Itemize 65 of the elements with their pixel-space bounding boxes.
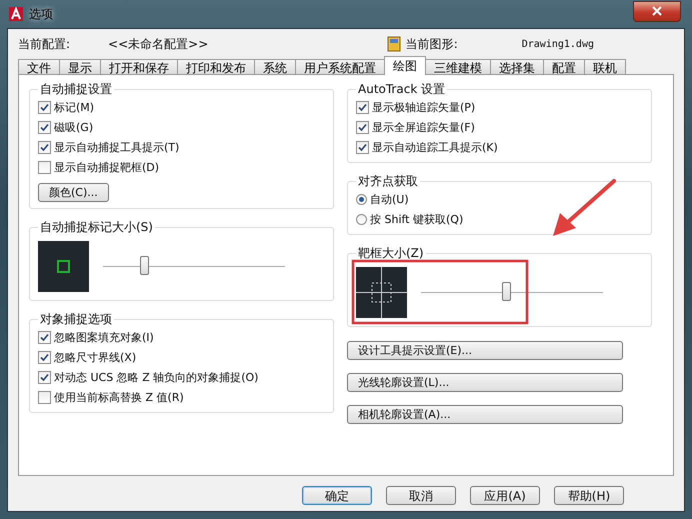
checkbox-label: 标记(M) xyxy=(54,100,94,115)
tab[interactable]: 打印和发布 xyxy=(177,59,255,74)
group-title: 对象捕捉选项 xyxy=(39,311,113,328)
slider-thumb[interactable] xyxy=(502,282,511,301)
slider-thumb[interactable] xyxy=(140,256,149,275)
group-title: 自动捕捉标记大小(S) xyxy=(39,219,154,236)
drawing-name: Drawing1.dwg xyxy=(522,38,594,50)
group-title: 靶框大小(Z) xyxy=(357,245,425,262)
aperture-preview xyxy=(356,267,407,318)
dialog-button[interactable]: 帮助(H) xyxy=(554,486,624,505)
checkbox[interactable] xyxy=(38,351,51,364)
checkbox-label: 对动态 UCS 忽略 Z 轴负向的对象捕捉(O) xyxy=(54,370,258,385)
tab[interactable]: 系统 xyxy=(254,59,296,74)
checkbox-label: 忽略尺寸界线(X) xyxy=(54,350,136,365)
checkbox[interactable] xyxy=(38,101,51,114)
tab[interactable]: 三维建模 xyxy=(425,59,491,74)
checkbox[interactable] xyxy=(356,121,369,134)
tab[interactable]: 显示 xyxy=(59,59,101,74)
dialog-button[interactable]: 确定 xyxy=(302,486,372,505)
checkbox[interactable] xyxy=(38,371,51,384)
settings-button[interactable]: 相机轮廓设置(A)... xyxy=(347,405,623,424)
settings-button[interactable]: 光线轮廓设置(L)... xyxy=(347,373,623,392)
checkbox[interactable] xyxy=(38,391,51,404)
checkbox-label: 显示自动捕捉靶框(D) xyxy=(54,160,160,175)
close-icon xyxy=(652,6,662,16)
annotation-arrow xyxy=(553,179,616,236)
checkbox-label: 显示极轴追踪矢量(P) xyxy=(372,100,476,115)
settings-button[interactable]: 设计工具提示设置(E)... xyxy=(347,341,623,360)
checkbox[interactable] xyxy=(356,101,369,114)
group-title: AutoTrack 设置 xyxy=(357,81,446,98)
radio-label: 自动(U) xyxy=(370,192,409,207)
tab[interactable]: 用户系统配置 xyxy=(295,59,385,74)
marker-square-icon xyxy=(57,260,70,273)
radio-button[interactable] xyxy=(356,194,367,205)
dialog-button[interactable]: 取消 xyxy=(386,486,456,505)
group-title: 对齐点获取 xyxy=(357,173,419,190)
profile-label: 当前配置: xyxy=(18,36,70,52)
checkbox[interactable] xyxy=(38,141,51,154)
radio-button[interactable] xyxy=(356,214,367,225)
tab[interactable]: 打开和保存 xyxy=(100,59,178,74)
checkbox-label: 忽略图案填充对象(I) xyxy=(54,330,154,345)
checkbox-label: 显示自动追踪工具提示(K) xyxy=(372,140,498,155)
tab[interactable]: 配置 xyxy=(543,59,585,74)
color-button[interactable]: 颜色(C)... xyxy=(38,183,109,202)
tab[interactable]: 联机 xyxy=(584,59,626,74)
checkbox[interactable] xyxy=(356,141,369,154)
checkbox[interactable] xyxy=(38,121,51,134)
tab[interactable]: 绘图 xyxy=(384,56,426,75)
checkbox-label: 显示自动捕捉工具提示(T) xyxy=(54,140,180,155)
window-title: 选项 xyxy=(29,6,53,22)
tab[interactable]: 选择集 xyxy=(490,59,544,74)
checkbox[interactable] xyxy=(38,161,51,174)
drawing-file-icon xyxy=(386,36,402,52)
app-logo-icon xyxy=(9,7,23,21)
group-title: 自动捕捉设置 xyxy=(39,81,113,98)
checkbox[interactable] xyxy=(38,331,51,344)
checkbox-label: 使用当前标高替换 Z 值(R) xyxy=(54,390,184,405)
checkbox-label: 磁吸(G) xyxy=(54,120,94,135)
radio-label: 按 Shift 键获取(Q) xyxy=(370,212,464,227)
checkbox-label: 显示全屏追踪矢量(F) xyxy=(372,120,475,135)
drawing-label: 当前图形: xyxy=(406,36,458,52)
dialog-button[interactable]: 应用(A) xyxy=(470,486,540,505)
profile-name: <<未命名配置>> xyxy=(108,36,208,52)
close-button[interactable] xyxy=(633,0,681,22)
tab[interactable]: 文件 xyxy=(18,59,60,74)
